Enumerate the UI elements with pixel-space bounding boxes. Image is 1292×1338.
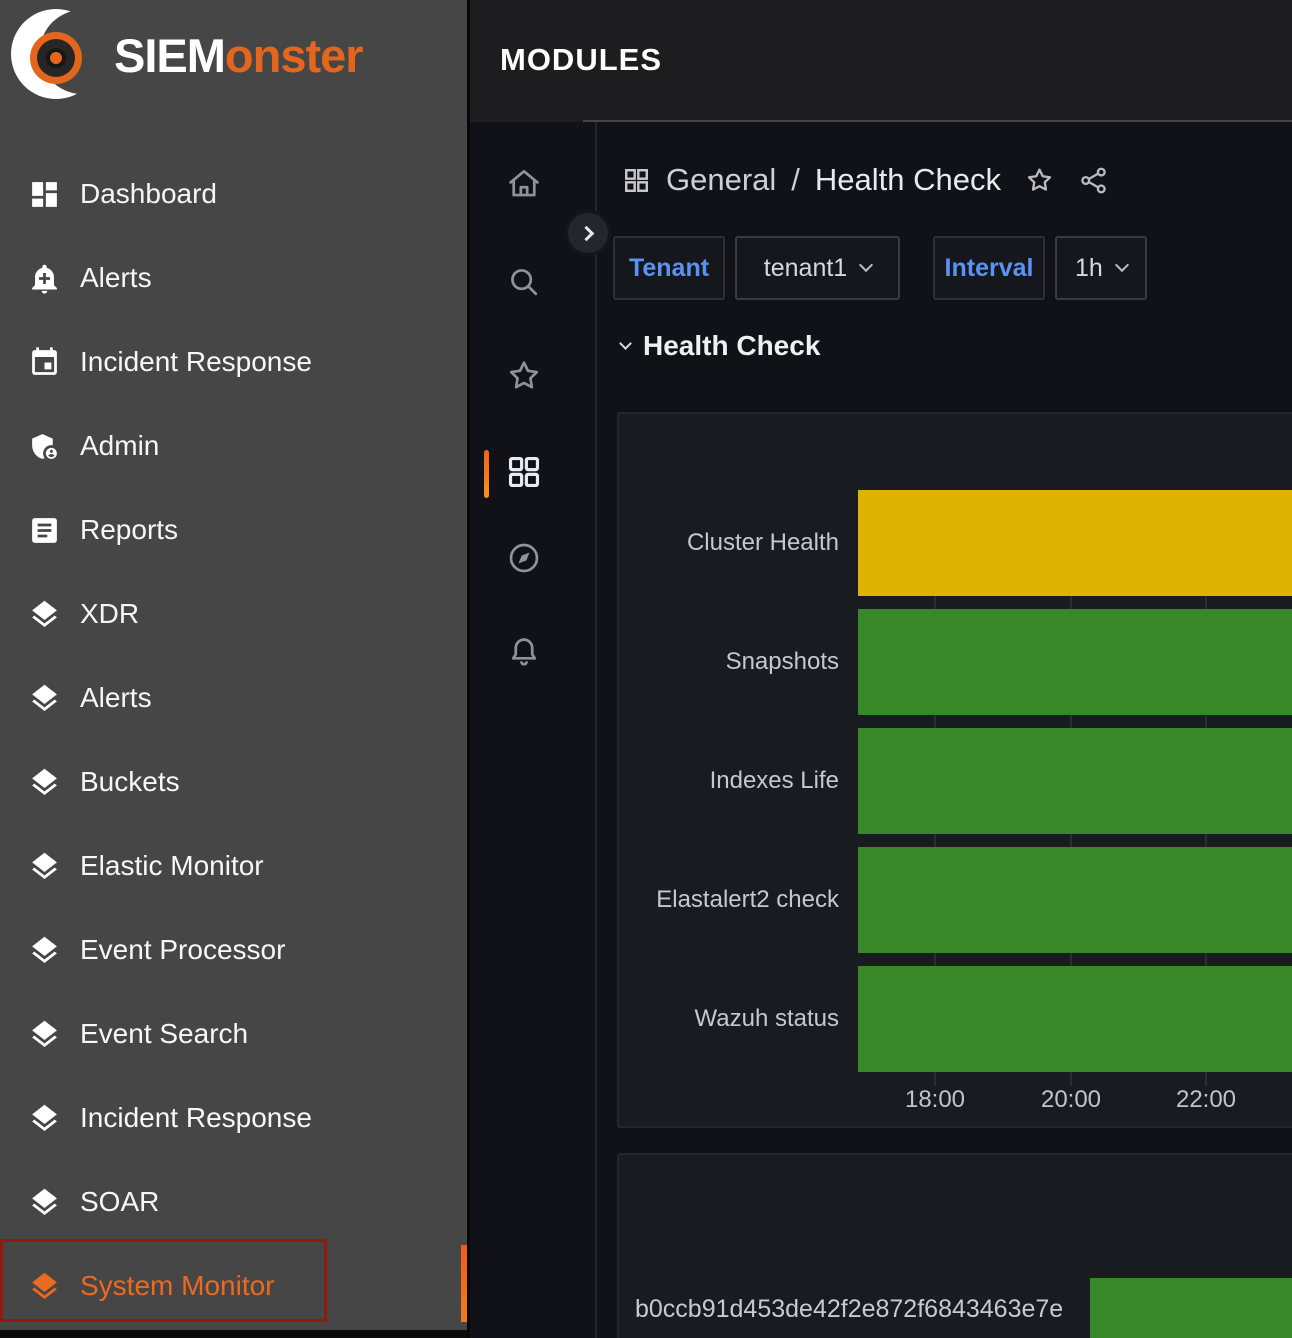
siemonster-logo: SIEMonster <box>8 6 363 104</box>
home-icon[interactable] <box>505 165 543 203</box>
row-label-cluster-health: Cluster Health <box>627 490 839 596</box>
grafana-nav-rail <box>470 122 597 1338</box>
sidebar-bottom-edge <box>0 1330 467 1338</box>
layers-icon <box>28 1186 61 1219</box>
breadcrumb-separator: / <box>791 162 800 198</box>
row-label-elastalert2: Elastalert2 check <box>627 847 839 953</box>
row-label-snapshots: Snapshots <box>627 609 839 715</box>
breadcrumb-dashboard-title: Health Check <box>815 162 1001 198</box>
section-row-health-check[interactable]: Health Check <box>621 330 820 362</box>
alerting-bell-icon[interactable] <box>505 633 543 671</box>
layers-icon <box>28 598 61 631</box>
layers-icon <box>28 1270 61 1303</box>
expand-sidebar-button[interactable] <box>565 210 611 256</box>
app-sidebar: SIEMonster Dashboard Alerts Incident Res… <box>0 0 467 1338</box>
sidebar-item-xdr[interactable]: XDR <box>0 572 467 656</box>
siemonster-logo-icon <box>8 6 106 104</box>
row-label-wazuh: Wazuh status <box>627 966 839 1072</box>
starred-icon[interactable] <box>505 357 543 395</box>
sidebar-item-system-monitor[interactable]: System Monitor <box>0 1244 467 1328</box>
tenant-select[interactable]: tenant1 <box>735 236 900 300</box>
explore-compass-icon[interactable] <box>505 539 543 577</box>
sidebar-item-alerts-2[interactable]: Alerts <box>0 656 467 740</box>
row-label-indexes-life: Indexes Life <box>627 728 839 834</box>
share-icon[interactable] <box>1078 165 1109 196</box>
app-window: SIEMonster Dashboard Alerts Incident Res… <box>0 0 1292 1338</box>
dashboard-main: General / Health Check Tenant tenant1 <box>599 122 1292 1338</box>
article-icon <box>28 514 61 547</box>
chevron-down-icon <box>619 337 632 350</box>
siemonster-logo-text: SIEMonster <box>114 28 363 83</box>
rail-active-indicator <box>484 450 489 498</box>
page-title: MODULES <box>470 0 1292 120</box>
row-label-node-hash: b0ccb91d453de42f2e872f6843463e7e <box>635 1295 1063 1324</box>
search-icon[interactable] <box>505 263 543 301</box>
x-axis-tick: 20:00 <box>1026 1086 1116 1114</box>
state-bar-snapshots[interactable] <box>858 609 1292 715</box>
sidebar-item-admin[interactable]: Admin <box>0 404 467 488</box>
state-bar-cluster-health[interactable] <box>858 490 1292 596</box>
dashboard-icon <box>28 178 61 211</box>
calendar-icon <box>28 346 61 379</box>
sidebar-nav: Dashboard Alerts Incident Response Admin… <box>0 152 467 1328</box>
chevron-right-icon <box>578 225 594 241</box>
sidebar-item-buckets[interactable]: Buckets <box>0 740 467 824</box>
modules-header: MODULES <box>470 0 1292 122</box>
sidebar-item-alerts[interactable]: Alerts <box>0 236 467 320</box>
sidebar-item-reports[interactable]: Reports <box>0 488 467 572</box>
variable-controls: Tenant tenant1 Interval 1h <box>613 236 1147 300</box>
favorite-star-icon[interactable] <box>1024 165 1055 196</box>
interval-select[interactable]: 1h <box>1055 236 1147 300</box>
chevron-down-icon <box>1115 258 1129 272</box>
section-title: Health Check <box>643 330 820 362</box>
state-bar-node[interactable] <box>1090 1278 1292 1338</box>
x-axis-tick: 22:00 <box>1161 1086 1251 1114</box>
sidebar-item-event-processor[interactable]: Event Processor <box>0 908 467 992</box>
layers-icon <box>28 934 61 967</box>
nodes-status-panel: b0ccb91d453de42f2e872f6843463e7e <box>617 1153 1292 1338</box>
breadcrumb-folder[interactable]: General <box>666 162 776 198</box>
dashboards-grid-icon <box>622 166 651 195</box>
sidebar-item-event-search[interactable]: Event Search <box>0 992 467 1076</box>
layers-icon <box>28 766 61 799</box>
sidebar-item-incident-response[interactable]: Incident Response <box>0 320 467 404</box>
breadcrumb: General / Health Check <box>622 160 1109 200</box>
layers-icon <box>28 1102 61 1135</box>
layers-icon <box>28 1018 61 1051</box>
main-area: MODULES <box>470 0 1292 1338</box>
state-bar-wazuh[interactable] <box>858 966 1292 1072</box>
x-axis-tick: 18:00 <box>890 1086 980 1114</box>
layers-icon <box>28 682 61 715</box>
sidebar-item-soar[interactable]: SOAR <box>0 1160 467 1244</box>
tenant-label: Tenant <box>613 236 725 300</box>
sidebar-item-incident-response-2[interactable]: Incident Response <box>0 1076 467 1160</box>
state-bar-elastalert2[interactable] <box>858 847 1292 953</box>
health-check-panel: Cluster Health Snapshots Indexes Life El… <box>617 412 1292 1128</box>
state-bar-indexes-life[interactable] <box>858 728 1292 834</box>
add-alert-icon <box>28 262 61 295</box>
sidebar-item-elastic-monitor[interactable]: Elastic Monitor <box>0 824 467 908</box>
layers-icon <box>28 850 61 883</box>
dashboards-icon[interactable] <box>505 453 543 491</box>
sidebar-item-dashboard[interactable]: Dashboard <box>0 152 467 236</box>
shield-admin-icon <box>28 430 61 463</box>
grafana-content: General / Health Check Tenant tenant1 <box>470 122 1292 1338</box>
chevron-down-icon <box>859 258 873 272</box>
interval-label: Interval <box>933 236 1045 300</box>
